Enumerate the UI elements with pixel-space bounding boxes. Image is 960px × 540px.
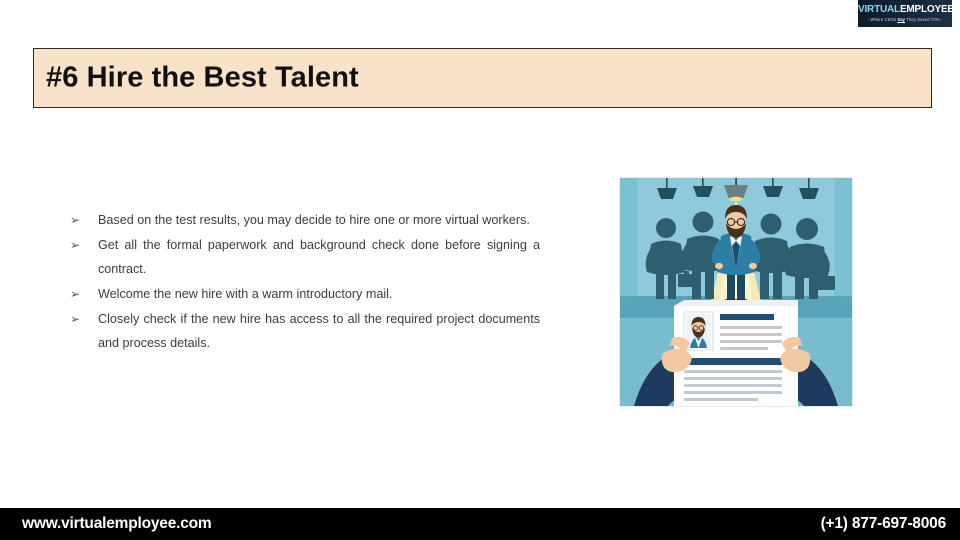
- hiring-illustration: [619, 177, 853, 407]
- list-item-text: Get all the formal paperwork and backgro…: [98, 238, 540, 276]
- list-item-text: Welcome the new hire with a warm introdu…: [98, 287, 393, 301]
- logo-word-virtual: VIRTUAL: [858, 4, 900, 15]
- list-item-text: Closely check if the new hire has access…: [98, 312, 540, 350]
- bullet-list: ➢ Based on the test results, you may dec…: [70, 208, 540, 356]
- list-item: ➢ Get all the formal paperwork and backg…: [70, 233, 540, 281]
- logo-wordmark: VIRTUALEMPLOYEE: [858, 5, 952, 15]
- footer-phone-number[interactable]: (+1) 877-697-8006: [821, 515, 947, 533]
- logo-tagline: - Where CEOs Say They Saved 70% -: [858, 17, 952, 22]
- list-item: ➢ Based on the test results, you may dec…: [70, 208, 540, 232]
- brand-logo: VIRTUALEMPLOYEE - Where CEOs Say They Sa…: [858, 0, 952, 27]
- list-item-text: Based on the test results, you may decid…: [98, 213, 530, 227]
- logo-tagline-before: - Where CEOs: [867, 17, 898, 22]
- arrow-bullet-icon: ➢: [70, 312, 81, 326]
- hiring-illustration-svg: [620, 178, 852, 406]
- list-item: ➢ Welcome the new hire with a warm intro…: [70, 282, 540, 306]
- logo-tagline-emphasis: Say: [897, 17, 906, 22]
- page-title: #6 Hire the Best Talent: [46, 61, 359, 94]
- logo-tagline-after: They Saved 70% -: [905, 17, 943, 22]
- footer-website-link[interactable]: www.virtualemployee.com: [22, 515, 212, 533]
- arrow-bullet-icon: ➢: [70, 238, 81, 252]
- arrow-bullet-icon: ➢: [70, 213, 81, 227]
- logo-word-employee: EMPLOYEE: [899, 4, 952, 15]
- title-banner: #6 Hire the Best Talent: [33, 48, 932, 108]
- arrow-bullet-icon: ➢: [70, 287, 81, 301]
- footer-bar: www.virtualemployee.com (+1) 877-697-800…: [0, 508, 960, 540]
- list-item: ➢ Closely check if the new hire has acce…: [70, 307, 540, 355]
